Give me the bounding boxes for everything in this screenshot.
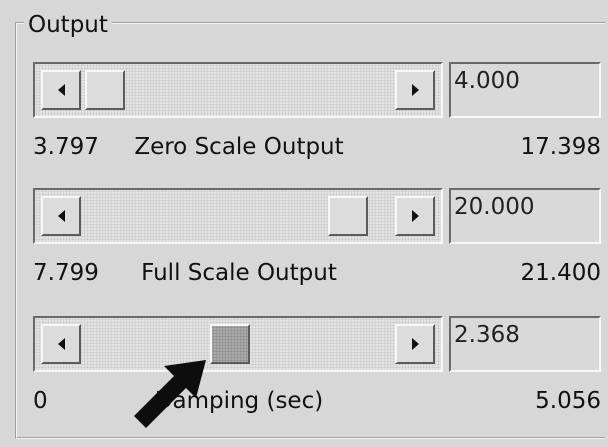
zero-scale-scroll-left-button[interactable] bbox=[41, 70, 81, 110]
damping-scrollbar[interactable] bbox=[33, 316, 443, 372]
damping-scroll-right-button[interactable] bbox=[395, 324, 435, 364]
damping-scroll-thumb[interactable] bbox=[209, 324, 250, 364]
damping-max-label: 5.056 bbox=[535, 388, 601, 414]
right-arrow-icon bbox=[411, 338, 419, 350]
damping-scroll-left-button[interactable] bbox=[41, 324, 81, 364]
zero-scale-scrollbar[interactable] bbox=[33, 62, 443, 118]
zero-scale-scroll-right-button[interactable] bbox=[395, 70, 435, 110]
damping-value-field[interactable]: 2.368 bbox=[449, 316, 601, 372]
left-arrow-icon bbox=[57, 338, 65, 350]
zero-scale-label: Zero Scale Output bbox=[134, 134, 344, 160]
left-arrow-icon bbox=[57, 210, 65, 222]
zero-scale-max-label: 17.398 bbox=[520, 134, 601, 160]
group-title: Output bbox=[24, 12, 112, 38]
mouse-pointer-icon bbox=[134, 360, 206, 428]
right-arrow-icon bbox=[411, 84, 419, 96]
full-scale-value-field[interactable]: 20.000 bbox=[449, 188, 601, 244]
full-scale-scroll-thumb[interactable] bbox=[327, 196, 368, 236]
zero-scale-scroll-thumb[interactable] bbox=[85, 70, 126, 110]
right-arrow-icon bbox=[411, 210, 419, 222]
full-scale-max-label: 21.400 bbox=[520, 260, 601, 286]
left-arrow-icon bbox=[57, 84, 65, 96]
full-scale-scrollbar[interactable] bbox=[33, 188, 443, 244]
full-scale-scroll-right-button[interactable] bbox=[395, 196, 435, 236]
zero-scale-value-field[interactable]: 4.000 bbox=[449, 62, 601, 118]
full-scale-scroll-left-button[interactable] bbox=[41, 196, 81, 236]
output-panel: Output 4.000 3.797 Zero Scale Output 17.… bbox=[0, 0, 608, 447]
damping-label: Damping (sec) bbox=[154, 388, 324, 414]
full-scale-label: Full Scale Output bbox=[141, 260, 337, 286]
